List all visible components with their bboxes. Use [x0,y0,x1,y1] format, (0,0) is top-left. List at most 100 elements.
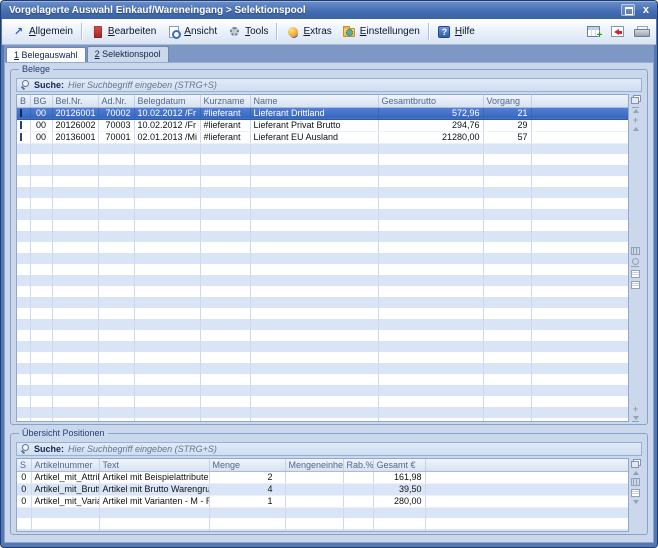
menu-einstellungen[interactable]: Einstellungen [337,22,425,42]
scroll-top-icon[interactable] [632,107,639,113]
menu-bearbeiten[interactable]: Bearbeiten [85,22,161,42]
col-artikelnummer[interactable]: Artikelnummer [31,459,99,471]
col-gesamt[interactable]: Gesamt € [373,459,425,471]
empty-row [17,209,628,220]
groupbox-label: Belege [19,64,53,75]
column-chooser-icon[interactable] [631,459,641,468]
col-menge[interactable]: Menge [209,459,285,471]
empty-row [17,176,628,187]
table-row[interactable]: 0 Artikel_mit_Brutto_W( Artikel mit Brut… [17,483,628,495]
menu-ansicht[interactable]: Ansicht [161,22,222,42]
col-bg[interactable]: BG [30,95,52,107]
scroll-up-icon[interactable] [633,127,639,131]
grid-icon[interactable] [631,489,640,497]
empty-row [17,187,628,198]
cell-rab [343,483,373,495]
restore-icon[interactable] [621,4,635,16]
cell-text: Artikel mit Brutto Warengruppe [99,483,209,495]
menu-label: Ansicht [184,26,217,37]
belege-grid: B BG Bel.Nr. Ad.Nr. Belegdatum Kurzname … [16,94,629,422]
col-mengeneinheit[interactable]: Mengeneinheit [285,459,343,471]
scroll-up-icon[interactable] [633,471,639,475]
cell-bg: 00 [30,131,52,143]
menubar: Allgemein Bearbeiten Ansicht Tools Extra… [2,19,656,45]
cell-vorgang: 57 [483,131,531,143]
page-magnifier-icon [169,26,179,38]
menu-label: Extras [303,26,331,37]
cell-artikelnummer: Artikel_mit_Varianten. [31,495,99,507]
menu-separator [276,23,277,40]
belege-side-toolbar: + + [629,94,642,422]
grid-filter-icon[interactable] [631,281,640,289]
cell-mengeneinheit [285,471,343,483]
col-adnr[interactable]: Ad.Nr. [98,95,134,107]
belege-search-input[interactable]: Suche: Hier Suchbegriff eingeben (STRG+S… [16,78,642,92]
search-label: Suche: [34,444,64,454]
scroll-down-icon[interactable] [633,500,639,504]
menu-extras[interactable]: Extras [280,22,336,42]
tab-selektionspool[interactable]: 2 Selektionspool [87,46,169,62]
tab-belegauswahl[interactable]: 1 Belegauswahl [6,47,86,62]
col-belegdatum[interactable]: Belegdatum [134,95,200,107]
table-row-selected[interactable]: 00 20126001 70002 10.02.2012 /Fr #liefer… [17,107,628,119]
search-icon [21,444,30,454]
col-gesamtbrutto[interactable]: Gesamtbrutto [378,95,483,107]
arrow-up-right-icon [11,25,26,39]
zoom-icon[interactable] [631,258,640,267]
col-text[interactable]: Text [99,459,209,471]
col-kurzname[interactable]: Kurzname [200,95,250,107]
col-rab[interactable]: Rab.% [343,459,373,471]
menu-label: Tools [245,26,268,37]
empty-row [17,529,628,532]
cell-name: Lieferant Drittland [250,107,378,119]
cell-belnr: 20126002 [52,119,98,131]
col-filler [531,95,628,107]
cell-belegdatum: 02.01.2013 /Mi [134,131,200,143]
table-row[interactable]: 00 20136001 70001 02.01.2013 /Mi #liefer… [17,131,628,143]
empty-row [17,143,628,154]
column-chooser-icon[interactable] [631,95,641,104]
menu-hilfe[interactable]: Hilfe [432,22,480,42]
cell-vorgang: 21 [483,107,531,119]
empty-row [17,319,628,330]
empty-row [17,374,628,385]
add-icon[interactable]: + [633,116,638,124]
add-icon[interactable]: + [633,405,638,413]
grid-icon[interactable] [631,270,640,278]
col-name[interactable]: Name [250,95,378,107]
window-title: Vorgelagerte Auswahl Einkauf/Wareneingan… [9,5,621,16]
empty-row [17,396,628,407]
search-icon [21,80,30,90]
table-export-button[interactable] [584,24,602,40]
close-icon[interactable]: x [640,4,652,16]
col-s[interactable]: S [17,459,31,471]
columns-icon[interactable] [631,478,640,486]
print-button[interactable] [632,24,650,40]
empty-row [17,286,628,297]
menu-label: Allgemein [29,26,73,37]
col-b[interactable]: B [17,95,30,107]
row-state-icon [20,133,22,141]
cell-belegdatum: 10.02.2012 /Fr [134,107,200,119]
columns-icon[interactable] [631,247,640,255]
menu-tools[interactable]: Tools [222,22,273,42]
empty-row [17,385,628,396]
cell-menge: 2 [209,471,285,483]
table-row[interactable]: 00 20126002 70003 10.02.2012 /Fr #liefer… [17,119,628,131]
scroll-bottom-icon[interactable] [632,416,639,422]
tabstrip: 1 Belegauswahl 2 Selektionspool [4,45,654,62]
positionen-search-input[interactable]: Suche: Hier Suchbegriff eingeben (STRG+S… [16,442,642,456]
cell-mengeneinheit [285,483,343,495]
col-belnr[interactable]: Bel.Nr. [52,95,98,107]
exit-button[interactable] [608,24,626,40]
empty-row [17,242,628,253]
cell-menge: 1 [209,495,285,507]
empty-row [17,330,628,341]
col-vorgang[interactable]: Vorgang [483,95,531,107]
cell-rab [343,495,373,507]
cell-adnr: 70003 [98,119,134,131]
menu-allgemein[interactable]: Allgemein [6,22,78,42]
menu-label: Einstellungen [360,26,420,37]
table-row[interactable]: 0 Artikel_mit_Varianten. Artikel mit Var… [17,495,628,507]
table-row[interactable]: 0 Artikel_mit_Attributen Artikel mit Bei… [17,471,628,483]
